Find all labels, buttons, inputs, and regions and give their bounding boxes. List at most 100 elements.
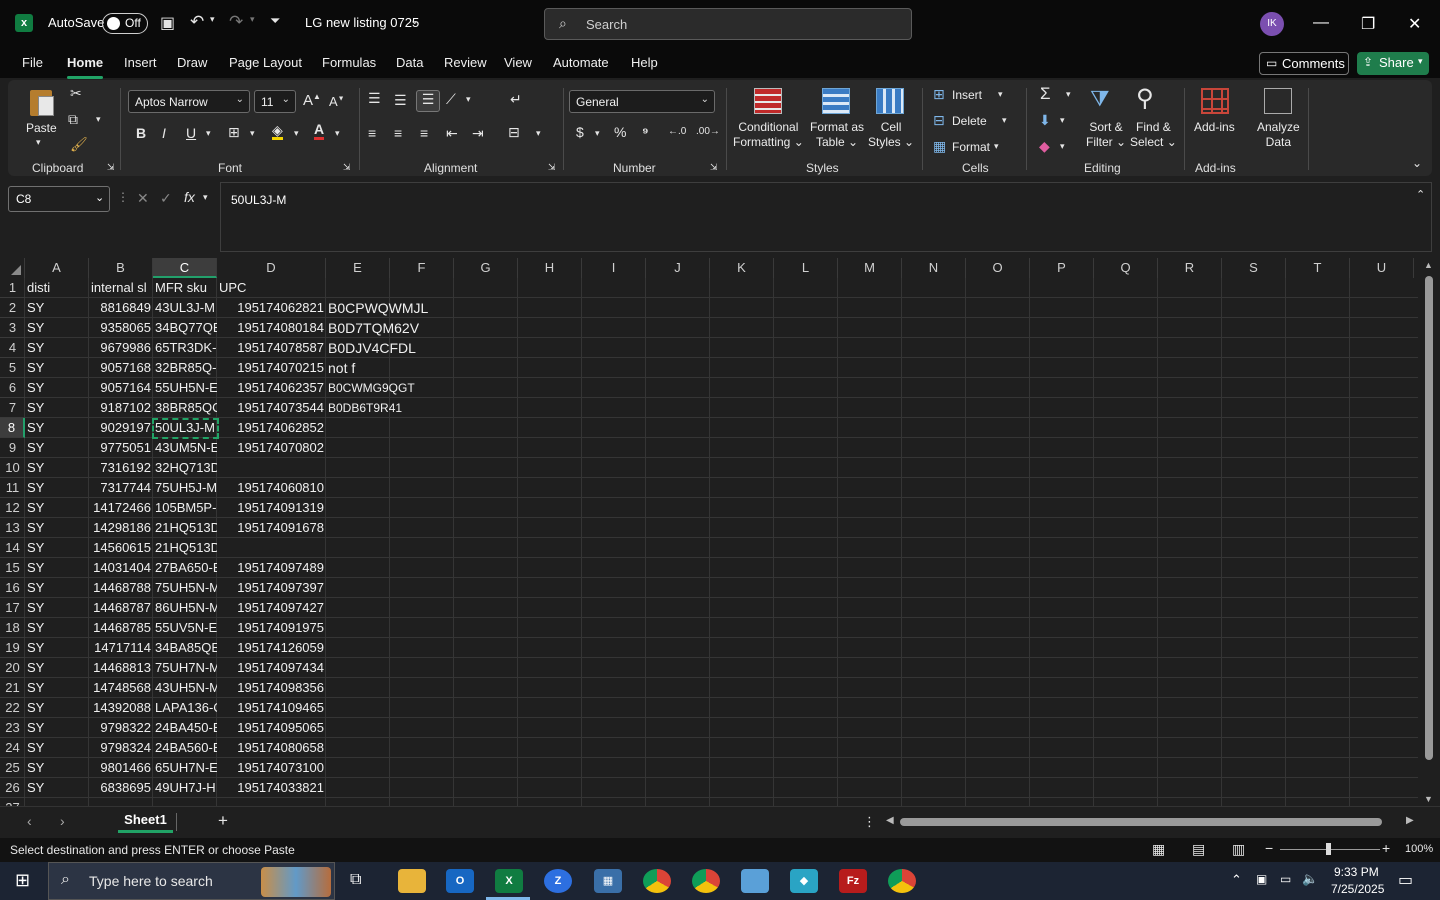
chrome-user-icon[interactable] — [888, 869, 916, 893]
delete-cells-label[interactable]: Delete — [952, 114, 987, 129]
cell-b17[interactable]: 14468787 — [89, 598, 153, 618]
currency-icon[interactable]: $ — [576, 124, 584, 140]
cell-c11[interactable]: 75UH5J-M — [153, 478, 217, 498]
chrome-icon[interactable] — [643, 869, 671, 893]
cell-styles-icon[interactable] — [876, 88, 904, 114]
minimize-icon[interactable]: — — [1313, 14, 1329, 32]
cell-d24[interactable]: 195174080658 — [217, 738, 326, 758]
row-header-25[interactable]: 25 — [0, 758, 25, 778]
file-explorer-icon[interactable] — [398, 869, 426, 893]
cell-a18[interactable]: SY — [25, 618, 89, 638]
cell-c7[interactable]: 38BR85QC — [153, 398, 217, 418]
column-header-c[interactable]: C — [153, 258, 217, 278]
clock-time[interactable]: 9:33 PM — [1334, 865, 1379, 879]
copy-dropdown-icon[interactable]: ▾ — [96, 114, 101, 125]
cell-c15[interactable]: 27BA650-E — [153, 558, 217, 578]
restore-icon[interactable]: ❐ — [1361, 14, 1375, 34]
column-header-n[interactable]: N — [902, 258, 966, 278]
addins-label[interactable]: Add-ins — [1194, 120, 1235, 135]
cell-b23[interactable]: 9798322 — [89, 718, 153, 738]
row-header-22[interactable]: 22 — [0, 698, 25, 718]
fill-icon[interactable]: ⬇ — [1039, 112, 1051, 129]
number-format-select[interactable]: General ⌄ — [569, 90, 715, 113]
cell-d3[interactable]: 195174080184 — [217, 318, 326, 338]
analyze-data-icon[interactable] — [1264, 88, 1292, 114]
sheet-options-icon[interactable]: ⋮ — [863, 814, 876, 830]
cell-d7[interactable]: 195174073544 — [217, 398, 326, 418]
align-bottom-icon[interactable]: ☰ — [416, 90, 440, 112]
cell-c20[interactable]: 75UH7N-M — [153, 658, 217, 678]
cell-a2[interactable]: SY — [25, 298, 89, 318]
taskbar-search[interactable]: ⌕ Type here to search — [48, 862, 335, 900]
cell-c6[interactable]: 55UH5N-E — [153, 378, 217, 398]
next-sheet-icon[interactable]: › — [60, 813, 65, 829]
column-header-l[interactable]: L — [774, 258, 838, 278]
row-header-27[interactable]: 27 — [0, 798, 25, 806]
paste-icon[interactable] — [28, 86, 54, 118]
horizontal-scroll-thumb[interactable] — [900, 818, 1382, 826]
cell-a6[interactable]: SY — [25, 378, 89, 398]
tab-help[interactable]: Help — [631, 55, 658, 70]
cell-d1[interactable]: UPC — [217, 278, 326, 298]
cell-c12[interactable]: 105BM5P- — [153, 498, 217, 518]
cell-b20[interactable]: 14468813 — [89, 658, 153, 678]
cell-d11[interactable]: 195174060810 — [217, 478, 326, 498]
cell-d4[interactable]: 195174078587 — [217, 338, 326, 358]
outlook-icon[interactable]: O — [446, 869, 474, 893]
font-family-select[interactable]: Aptos Narrow ⌄ — [128, 90, 250, 113]
row-header-8[interactable]: 8 — [0, 418, 25, 438]
font-color-icon[interactable]: A — [314, 122, 325, 140]
cell-b10[interactable]: 7316192 — [89, 458, 153, 478]
cell-a12[interactable]: SY — [25, 498, 89, 518]
column-header-g[interactable]: G — [454, 258, 518, 278]
more-options-icon[interactable]: ⋮ — [117, 190, 129, 204]
cell-d22[interactable]: 195174109465 — [217, 698, 326, 718]
column-header-q[interactable]: Q — [1094, 258, 1158, 278]
column-header-f[interactable]: F — [390, 258, 454, 278]
comma-style-icon[interactable]: ⁹ — [642, 124, 649, 140]
column-header-k[interactable]: K — [710, 258, 774, 278]
cell-c3[interactable]: 34BQ77QE — [153, 318, 217, 338]
cell-c21[interactable]: 43UH5N-M — [153, 678, 217, 698]
cell-b14[interactable]: 14560615 — [89, 538, 153, 558]
row-header-24[interactable]: 24 — [0, 738, 25, 758]
zoom-out-icon[interactable]: − — [1265, 840, 1273, 856]
cell-d20[interactable]: 195174097434 — [217, 658, 326, 678]
cell-b18[interactable]: 14468785 — [89, 618, 153, 638]
collapse-formula-bar-icon[interactable]: ⌃ — [1416, 188, 1425, 201]
cell-d19[interactable]: 195174126059 — [217, 638, 326, 658]
cell-a11[interactable]: SY — [25, 478, 89, 498]
autosum-icon[interactable]: Σ — [1040, 84, 1051, 104]
cell-d5[interactable]: 195174070215 — [217, 358, 326, 378]
share-dropdown-icon[interactable]: ▾ — [1418, 56, 1423, 67]
cell-e2[interactable]: B0CPWQWMJL — [326, 298, 476, 318]
font-size-select[interactable]: 11 ⌄ — [254, 90, 296, 113]
cell-a4[interactable]: SY — [25, 338, 89, 358]
vertical-scroll-thumb[interactable] — [1425, 276, 1433, 760]
cell-c10[interactable]: 32HQ713D — [153, 458, 217, 478]
network-icon[interactable]: ▭ — [1280, 872, 1291, 886]
cell-b15[interactable]: 14031404 — [89, 558, 153, 578]
cell-b2[interactable]: 8816849 — [89, 298, 153, 318]
cell-a7[interactable]: SY — [25, 398, 89, 418]
format-cells-label[interactable]: Format — [952, 140, 990, 155]
clock-date[interactable]: 7/25/2025 — [1331, 882, 1384, 896]
alignment-launcher-icon[interactable]: ⇲ — [548, 162, 556, 173]
row-header-21[interactable]: 21 — [0, 678, 25, 698]
cancel-entry-icon[interactable]: ✕ — [137, 190, 149, 207]
cell-c4[interactable]: 65TR3DK-E — [153, 338, 217, 358]
cell-c23[interactable]: 24BA450-E — [153, 718, 217, 738]
cell-d8[interactable]: 195174062852 — [217, 418, 326, 438]
conditional-formatting-icon[interactable] — [754, 88, 782, 114]
format-painter-icon[interactable]: 🖌 — [70, 136, 88, 153]
cell-a26[interactable]: SY — [25, 778, 89, 798]
calculator-icon[interactable]: ▦ — [594, 869, 622, 893]
cell-a9[interactable]: SY — [25, 438, 89, 458]
zoom-app-icon[interactable]: Z — [544, 869, 572, 893]
underline-dropdown-icon[interactable]: ▾ — [206, 128, 211, 139]
fill-color-icon[interactable]: ◈ — [272, 123, 283, 140]
file-name[interactable]: LG new listing 0725 — [305, 15, 419, 30]
cell-a23[interactable]: SY — [25, 718, 89, 738]
align-middle-icon[interactable]: ☰ — [394, 92, 407, 109]
cell-a21[interactable]: SY — [25, 678, 89, 698]
